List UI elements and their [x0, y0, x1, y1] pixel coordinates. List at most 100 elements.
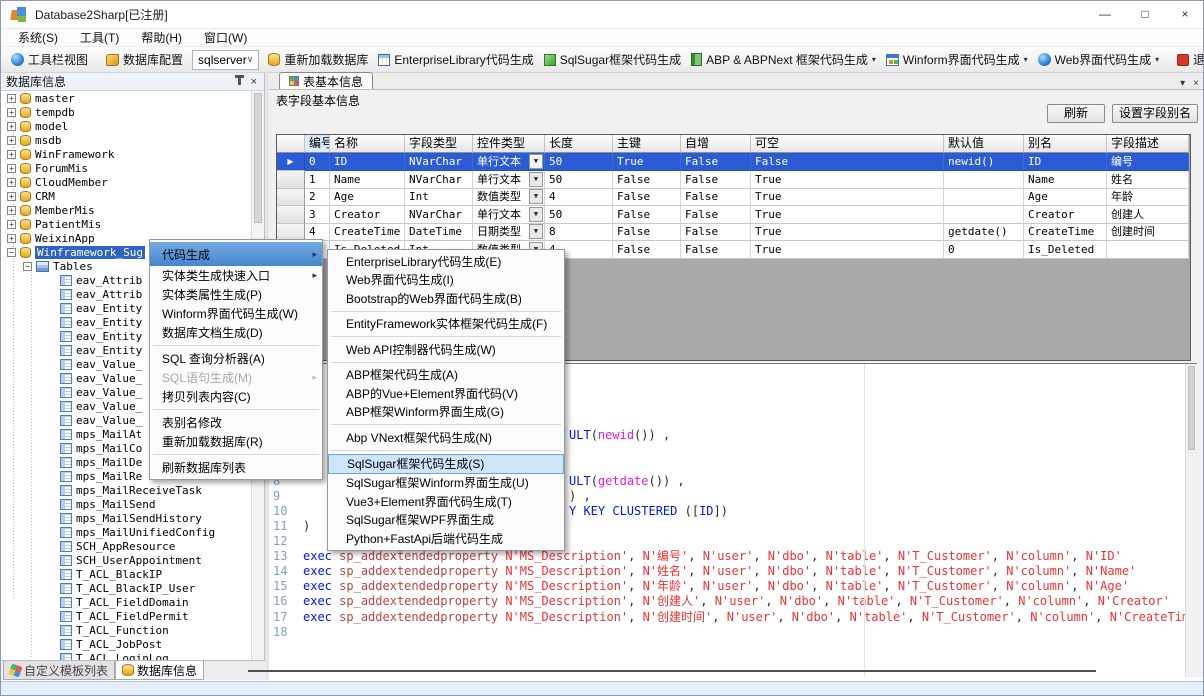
grid-cell[interactable]: True: [751, 224, 944, 242]
grid-row[interactable]: 2AgeInt数值类型▼4FalseFalseTrueAge年龄: [277, 189, 1190, 207]
close-button[interactable]: ×: [1165, 1, 1204, 29]
menu-item[interactable]: Web API控制器代码生成(W): [328, 340, 564, 359]
menu-item[interactable]: SqlSugar框架WPF界面生成: [328, 511, 564, 530]
web-gen-button[interactable]: Web界面代码生成▾: [1033, 49, 1164, 70]
grid-row[interactable]: 4CreateTimeDateTime日期类型▼8FalseFalseTrueg…: [277, 224, 1190, 242]
tree-item[interactable]: T_ACL_BlackIP: [1, 567, 252, 581]
grid-cell[interactable]: False: [681, 153, 751, 171]
editor-vscrollbar-thumb[interactable]: [1188, 366, 1195, 450]
menu-item[interactable]: SqlSugar框架代码生成(S): [328, 454, 564, 474]
menu-item[interactable]: Web界面代码生成(I): [328, 271, 564, 290]
grid-column-header[interactable]: 可空: [751, 135, 944, 153]
menu-item[interactable]: ABP的Vue+Element界面代码(V): [328, 384, 564, 403]
grid-cell[interactable]: Name: [330, 171, 405, 189]
grid-cell[interactable]: 50: [545, 171, 613, 189]
tree-item[interactable]: +CRM: [1, 189, 252, 203]
abp-gen-button[interactable]: ABP & ABPNext 框架代码生成▾: [686, 49, 881, 70]
grid-cell[interactable]: newid(): [944, 153, 1024, 171]
row-selector[interactable]: ▶: [277, 153, 305, 171]
grid-cell[interactable]: ID: [1024, 153, 1107, 171]
tab-table-info[interactable]: 表基本信息: [279, 72, 373, 89]
grid-cell[interactable]: Creator: [330, 206, 405, 224]
grid-cell[interactable]: Age: [330, 189, 405, 207]
bottom-tab-templates[interactable]: 自定义模板列表: [3, 661, 115, 680]
menubar-item[interactable]: 工具(T): [69, 29, 130, 47]
db-config-button[interactable]: 数据库配置: [101, 49, 188, 70]
menu-item[interactable]: Bootstrap的Web界面代码生成(B): [328, 289, 564, 308]
tab-list-chevron-icon[interactable]: ▾: [1180, 78, 1185, 89]
minimize-button[interactable]: —: [1085, 1, 1125, 29]
grid-cell[interactable]: 单行文本▼: [473, 153, 545, 171]
grid-cell[interactable]: NVarChar: [405, 206, 473, 224]
menu-item[interactable]: Winform界面代码生成(W): [150, 304, 322, 323]
tree-expander[interactable]: +: [7, 220, 16, 229]
enterpriselibrary-gen-button[interactable]: EnterpriseLibrary代码生成: [373, 49, 538, 70]
exit-button[interactable]: 退出: [1172, 49, 1204, 70]
grid-row[interactable]: 3CreatorNVarChar单行文本▼50FalseFalseTrueCre…: [277, 206, 1190, 224]
grid-cell[interactable]: 50: [545, 206, 613, 224]
menu-item[interactable]: Vue3+Element界面代码生成(T): [328, 492, 564, 511]
grid-column-header[interactable]: 主键: [613, 135, 681, 153]
grid-cell[interactable]: True: [751, 189, 944, 207]
grid-column-header[interactable]: 长度: [545, 135, 613, 153]
tree-expander[interactable]: +: [7, 206, 16, 215]
grid-cell[interactable]: False: [681, 224, 751, 242]
tree-item[interactable]: SCH_AppResource: [1, 539, 252, 553]
cell-dropdown-button[interactable]: ▼: [529, 154, 543, 169]
grid-cell[interactable]: False: [681, 206, 751, 224]
grid-cell[interactable]: False: [613, 206, 681, 224]
toolbar-view-button[interactable]: 工具栏视图: [6, 49, 93, 70]
row-selector[interactable]: [277, 206, 305, 224]
menu-item[interactable]: SqlSugar框架Winform界面生成(U): [328, 474, 564, 493]
menu-item[interactable]: EntityFramework实体框架代码生成(F): [328, 315, 564, 334]
grid-cell[interactable]: False: [751, 153, 944, 171]
grid-cell[interactable]: NVarChar: [405, 171, 473, 189]
menubar-item[interactable]: 帮助(H): [130, 29, 193, 47]
grid-cell[interactable]: 3: [305, 206, 330, 224]
tree-expander[interactable]: +: [7, 150, 16, 159]
tree-expander[interactable]: +: [7, 122, 16, 131]
grid-column-header[interactable]: 默认值: [944, 135, 1024, 153]
menubar-item[interactable]: 窗口(W): [193, 29, 258, 47]
menu-item[interactable]: 代码生成▸: [150, 242, 322, 266]
menu-item[interactable]: 实体类生成快速入口▸: [150, 266, 322, 285]
tree-item[interactable]: mps_MailUnifiedConfig: [1, 525, 252, 539]
db-type-combobox[interactable]: sqlserver∨: [192, 50, 259, 70]
tree-expander[interactable]: +: [7, 136, 16, 145]
grid-cell[interactable]: getdate(): [944, 224, 1024, 242]
grid-cell[interactable]: 50: [545, 153, 613, 171]
tree-expander[interactable]: +: [7, 192, 16, 201]
grid-cell[interactable]: False: [613, 241, 681, 259]
grid-cell[interactable]: DateTime: [405, 224, 473, 242]
menu-item[interactable]: Abp VNext框架代码生成(N): [328, 428, 564, 447]
tree-scrollbar-thumb[interactable]: [254, 93, 262, 223]
grid-cell[interactable]: CreateTime: [1024, 224, 1107, 242]
grid-cell[interactable]: True: [751, 206, 944, 224]
tree-item[interactable]: T_ACL_Function: [1, 623, 252, 637]
tree-item[interactable]: SCH_UserAppointment: [1, 553, 252, 567]
menu-item[interactable]: EnterpriseLibrary代码生成(E): [328, 252, 564, 271]
tree-item[interactable]: mps_MailSendHistory: [1, 511, 252, 525]
menu-item[interactable]: 重新加载数据库(R): [150, 432, 322, 451]
grid-cell[interactable]: 编号: [1107, 153, 1189, 171]
grid-cell[interactable]: True: [613, 153, 681, 171]
reload-db-button[interactable]: 重新加载数据库: [263, 49, 373, 70]
grid-cell[interactable]: 姓名: [1107, 171, 1189, 189]
grid-cell[interactable]: 2: [305, 189, 330, 207]
tree-expander[interactable]: +: [7, 164, 16, 173]
tree-item[interactable]: T_ACL_LoginLog: [1, 651, 252, 660]
grid-cell[interactable]: [944, 171, 1024, 189]
tree-item[interactable]: +model: [1, 119, 252, 133]
grid-cell[interactable]: False: [681, 171, 751, 189]
bottom-tab-database[interactable]: 数据库信息: [115, 661, 204, 680]
tree-expander[interactable]: −: [23, 262, 32, 271]
maximize-button[interactable]: □: [1125, 1, 1165, 29]
tree-item[interactable]: T_ACL_JobPost: [1, 637, 252, 651]
menu-item[interactable]: ABP框架代码生成(A): [328, 366, 564, 385]
grid-cell[interactable]: Creator: [1024, 206, 1107, 224]
tree-expander[interactable]: +: [7, 108, 16, 117]
grid-cell[interactable]: False: [681, 189, 751, 207]
menu-item[interactable]: 拷贝列表内容(C): [150, 387, 322, 406]
grid-cell[interactable]: 年龄: [1107, 189, 1189, 207]
cell-dropdown-button[interactable]: ▼: [529, 224, 543, 239]
